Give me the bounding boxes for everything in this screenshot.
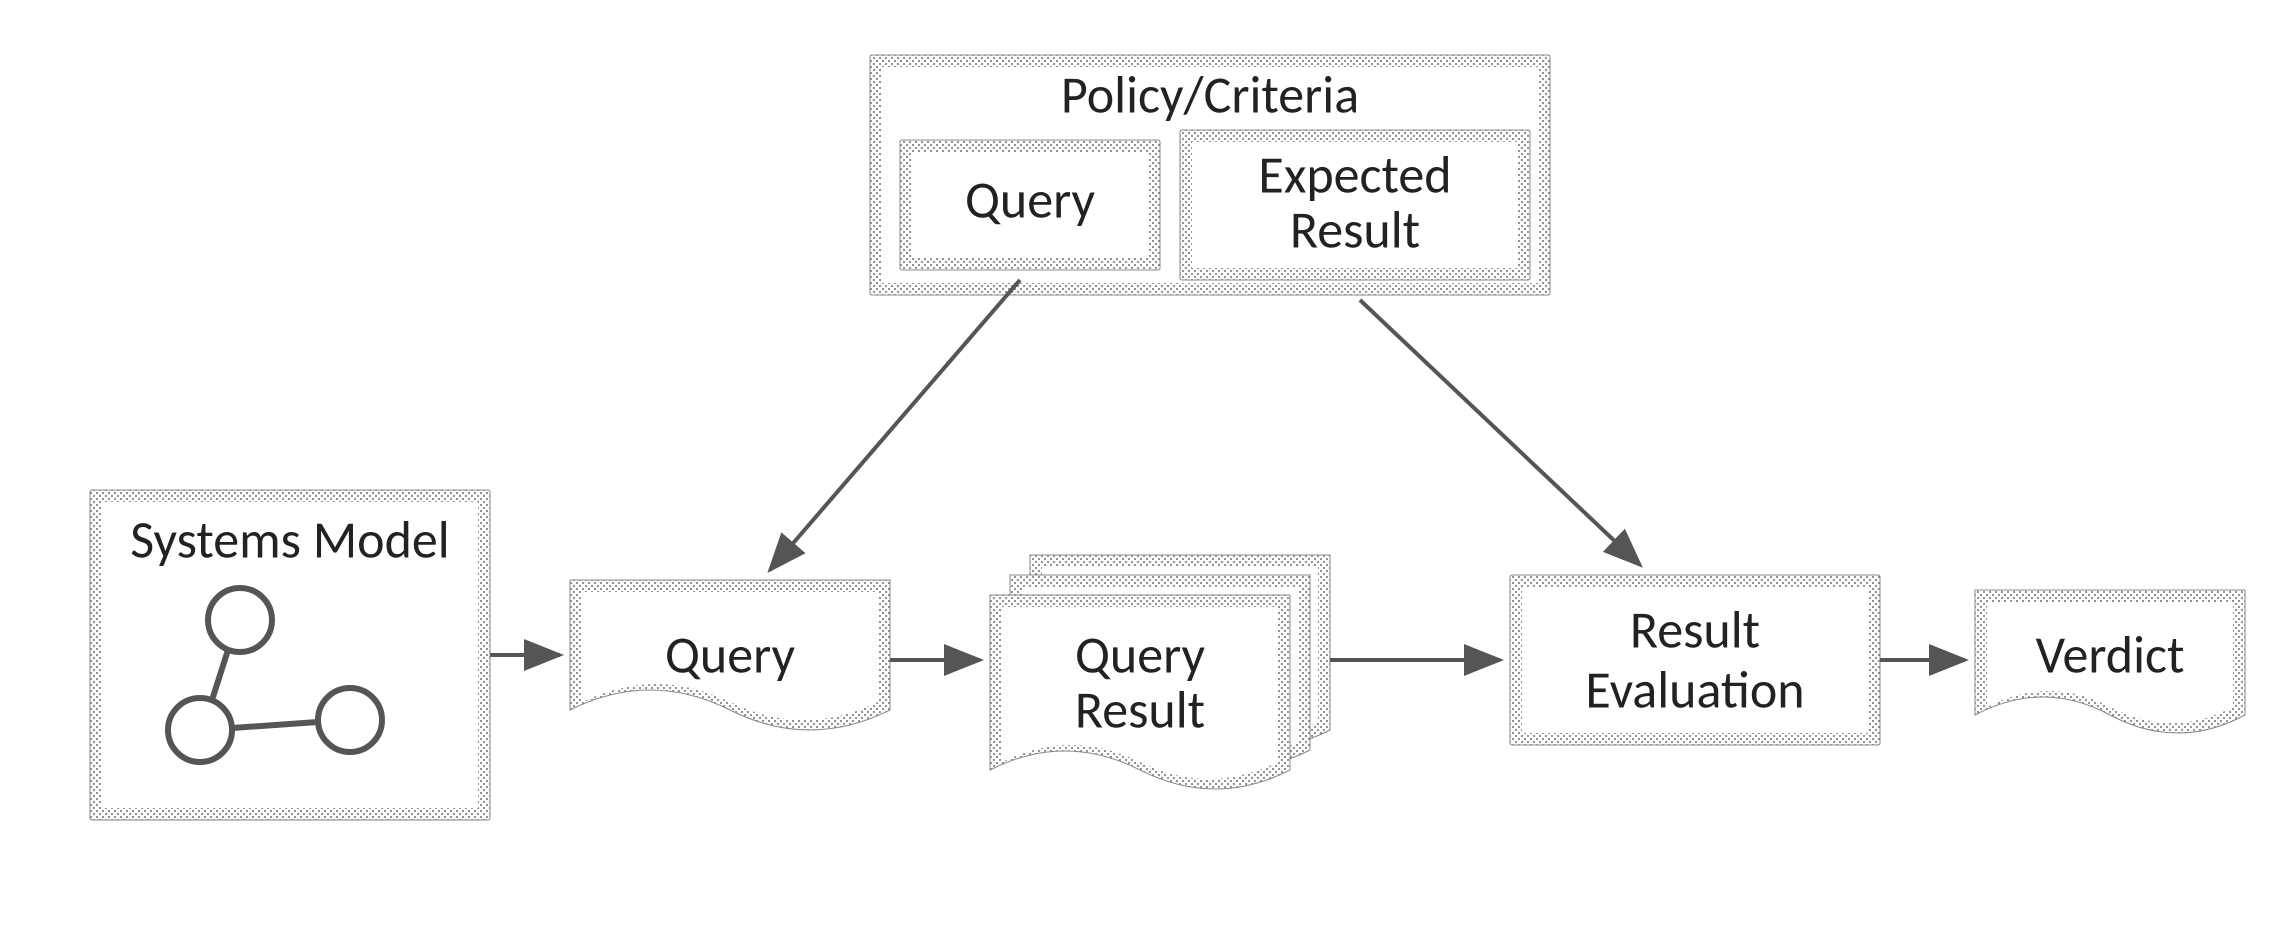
arrow-policy-query-down	[770, 280, 1020, 570]
policy-title: Policy/Criteria	[1061, 62, 1359, 126]
query-doc: Query	[570, 580, 890, 730]
systems-model-box: Systems Model	[90, 490, 490, 820]
flow-diagram: Policy/Criteria Query Expected Result Sy…	[0, 0, 2281, 929]
query-result-stack: Query Result	[990, 555, 1330, 789]
query-label: Query	[665, 622, 796, 686]
systems-model-label: Systems Model	[130, 507, 449, 571]
result-eval-line2: Evaluation	[1585, 657, 1804, 721]
policy-expected-line2: Result	[1290, 197, 1420, 261]
arrow-policy-expected-down	[1360, 300, 1640, 565]
policy-query-label: Query	[965, 167, 1096, 231]
result-evaluation-box: Result Evaluation	[1510, 575, 1880, 745]
result-eval-line1: Result	[1630, 597, 1760, 661]
verdict-doc: Verdict	[1975, 590, 2245, 733]
policy-criteria-box: Policy/Criteria Query Expected Result	[870, 55, 1550, 295]
verdict-label: Verdict	[2036, 622, 2185, 686]
query-result-line2: Result	[1075, 677, 1205, 741]
